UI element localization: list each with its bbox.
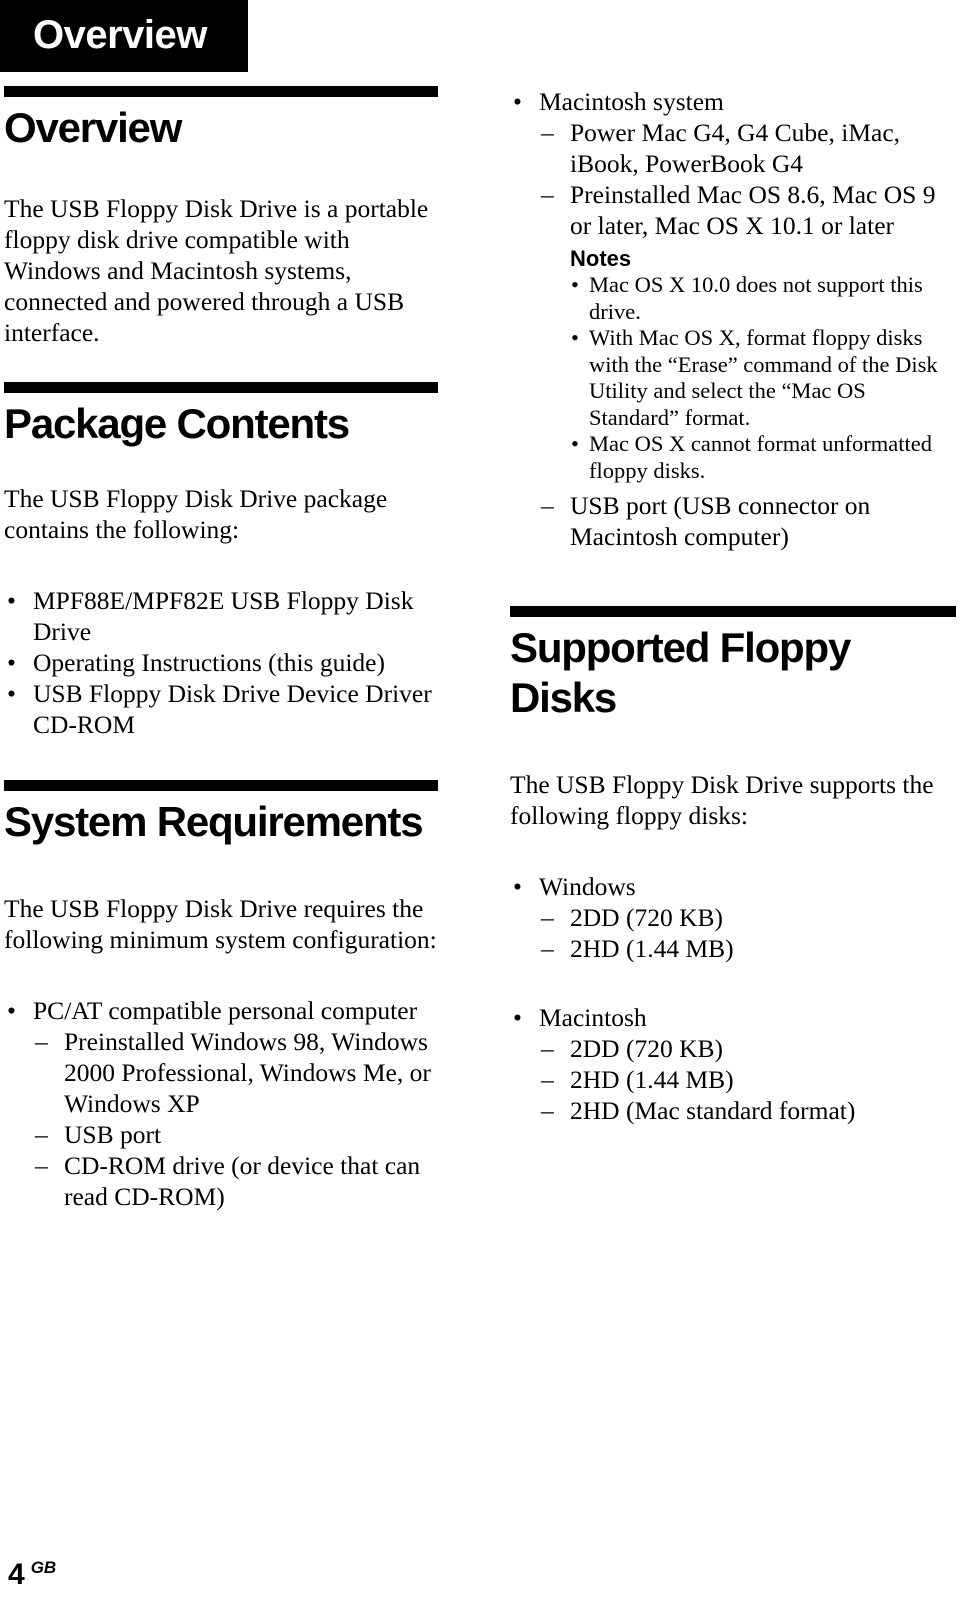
list-item: – 2DD (720 KB) (539, 1033, 956, 1064)
list-item-label: USB port (USB connector on Macintosh com… (570, 491, 871, 551)
macintosh-requirements-sublist: – Power Mac G4, G4 Cube, iMac, iBook, Po… (539, 117, 956, 552)
list-item-label: USB Floppy Disk Drive Device Driver CD-R… (33, 679, 432, 739)
dash-icon: – (35, 1151, 48, 1180)
section-title-package-contents: Package Contents (4, 400, 350, 447)
list-item: – USB port (USB connector on Macintosh c… (539, 490, 956, 552)
list-item-label: Mac OS X cannot format unformatted flopp… (589, 431, 933, 483)
list-item: • MPF88E/MPF82E USB Floppy Disk Drive (4, 585, 438, 647)
page-footer: 4 GB (8, 1558, 57, 1591)
list-item: • PC/AT compatible personal computer – P… (4, 995, 438, 1212)
overview-paragraph: The USB Floppy Disk Drive is a portable … (4, 194, 429, 347)
dash-icon: – (541, 1034, 554, 1063)
list-item: • Macintosh system – Power Mac G4, G4 Cu… (510, 86, 956, 552)
list-item: • Operating Instructions (this guide) (4, 647, 438, 678)
bullet-icon: • (7, 996, 16, 1025)
dash-icon: – (541, 118, 554, 147)
section-supported-floppy-disks: Supported Floppy Disks The USB Floppy Di… (510, 606, 956, 1126)
list-item: – Preinstalled Mac OS 8.6, Mac OS 9 or l… (539, 179, 956, 484)
section-rule (4, 780, 438, 791)
list-item: – 2HD (1.44 MB) (539, 933, 956, 964)
list-item: • With Mac OS X, format floppy disks wit… (570, 325, 956, 431)
list-item-label: Macintosh system (539, 87, 724, 116)
bullet-icon: • (513, 87, 522, 116)
supported-disks-sublist-macintosh: – 2DD (720 KB) – 2HD (1.44 MB) – 2HD (Ma… (539, 1033, 956, 1126)
list-item-label: PC/AT compatible personal computer (33, 996, 418, 1025)
list-item-label: 2DD (720 KB) (570, 903, 723, 932)
list-item: • Mac OS X 10.0 does not support this dr… (570, 272, 956, 325)
package-contents-list: • MPF88E/MPF82E USB Floppy Disk Drive • … (4, 585, 438, 740)
right-column: • Macintosh system – Power Mac G4, G4 Cu… (510, 0, 956, 1126)
list-item: – USB port (33, 1119, 438, 1150)
notes-heading: Notes (570, 246, 632, 271)
dash-icon: – (35, 1120, 48, 1149)
list-item: – 2DD (720 KB) (539, 902, 956, 933)
bullet-icon: • (7, 679, 16, 708)
section-title-supported-floppy-disks: Supported Floppy Disks (510, 624, 851, 721)
list-item-label: MPF88E/MPF82E USB Floppy Disk Drive (33, 586, 414, 646)
bullet-icon: • (7, 648, 16, 677)
section-rule (4, 382, 438, 393)
bullet-icon: • (571, 325, 579, 350)
bullet-icon: • (513, 872, 522, 901)
list-item: – Preinstalled Windows 98, Windows 2000 … (33, 1026, 438, 1119)
section-overview: Overview The USB Floppy Disk Drive is a … (4, 86, 438, 348)
section-package-contents: Package Contents The USB Floppy Disk Dri… (4, 382, 438, 740)
dash-icon: – (541, 934, 554, 963)
section-title-system-requirements: System Requirements (4, 798, 424, 845)
dash-icon: – (541, 1065, 554, 1094)
supported-disks-list: • Windows – 2DD (720 KB) – 2HD (1.44 MB) (510, 871, 956, 1126)
section-rule (4, 86, 438, 97)
dash-icon: – (35, 1027, 48, 1056)
document-page: Overview Overview The USB Floppy Disk Dr… (0, 0, 960, 1608)
system-requirements-list: • PC/AT compatible personal computer – P… (4, 995, 438, 1212)
list-item: – Power Mac G4, G4 Cube, iMac, iBook, Po… (539, 117, 956, 179)
list-item-label: 2HD (1.44 MB) (570, 1065, 734, 1094)
dash-icon: – (541, 180, 554, 209)
bullet-icon: • (571, 272, 579, 297)
list-item-label: Mac OS X 10.0 does not support this driv… (589, 272, 923, 324)
list-item-label: Preinstalled Mac OS 8.6, Mac OS 9 or lat… (570, 180, 936, 240)
list-item-label: Power Mac G4, G4 Cube, iMac, iBook, Powe… (570, 118, 901, 178)
section-system-requirements: System Requirements The USB Floppy Disk … (4, 780, 438, 1212)
list-item-label: 2HD (Mac standard format) (570, 1096, 856, 1125)
list-item: – 2HD (Mac standard format) (539, 1095, 956, 1126)
left-column: Overview The USB Floppy Disk Drive is a … (4, 0, 438, 1212)
system-requirements-paragraph: The USB Floppy Disk Drive requires the f… (4, 894, 437, 954)
language-code: GB (30, 1558, 57, 1577)
section-rule (510, 606, 956, 617)
page-number: 4 (8, 1558, 25, 1591)
list-item: – CD-ROM drive (or device that can read … (33, 1150, 438, 1212)
macintosh-requirements-list: • Macintosh system – Power Mac G4, G4 Cu… (510, 86, 956, 552)
system-requirements-sublist: – Preinstalled Windows 98, Windows 2000 … (33, 1026, 438, 1212)
list-item-label: 2DD (720 KB) (570, 1034, 723, 1063)
list-item-label: USB port (64, 1120, 162, 1149)
bullet-icon: • (571, 431, 579, 456)
list-item: • Macintosh – 2DD (720 KB) – 2HD (1.44 M… (510, 1002, 956, 1126)
list-item-label: 2HD (1.44 MB) (570, 934, 734, 963)
list-item: • USB Floppy Disk Drive Device Driver CD… (4, 678, 438, 740)
notes-list: • Mac OS X 10.0 does not support this dr… (570, 272, 956, 484)
dash-icon: – (541, 1096, 554, 1125)
list-item: – 2HD (1.44 MB) (539, 1064, 956, 1095)
section-title-overview: Overview (4, 104, 182, 151)
list-item-label: Macintosh (539, 1003, 647, 1032)
package-contents-paragraph: The USB Floppy Disk Drive package contai… (4, 484, 388, 544)
list-item: • Windows – 2DD (720 KB) – 2HD (1.44 MB) (510, 871, 956, 964)
list-item: • Mac OS X cannot format unformatted flo… (570, 431, 956, 484)
list-item-label: CD-ROM drive (or device that can read CD… (64, 1151, 421, 1211)
list-item-label: Windows (539, 872, 636, 901)
supported-disks-sublist-windows: – 2DD (720 KB) – 2HD (1.44 MB) (539, 902, 956, 964)
list-item-label: With Mac OS X, format floppy disks with … (589, 325, 938, 430)
bullet-icon: • (513, 1003, 522, 1032)
supported-floppy-disks-paragraph: The USB Floppy Disk Drive supports the f… (510, 770, 934, 830)
list-item-label: Preinstalled Windows 98, Windows 2000 Pr… (64, 1027, 431, 1118)
dash-icon: – (541, 903, 554, 932)
dash-icon: – (541, 491, 554, 520)
list-item-label: Operating Instructions (this guide) (33, 648, 385, 677)
bullet-icon: • (7, 586, 16, 615)
